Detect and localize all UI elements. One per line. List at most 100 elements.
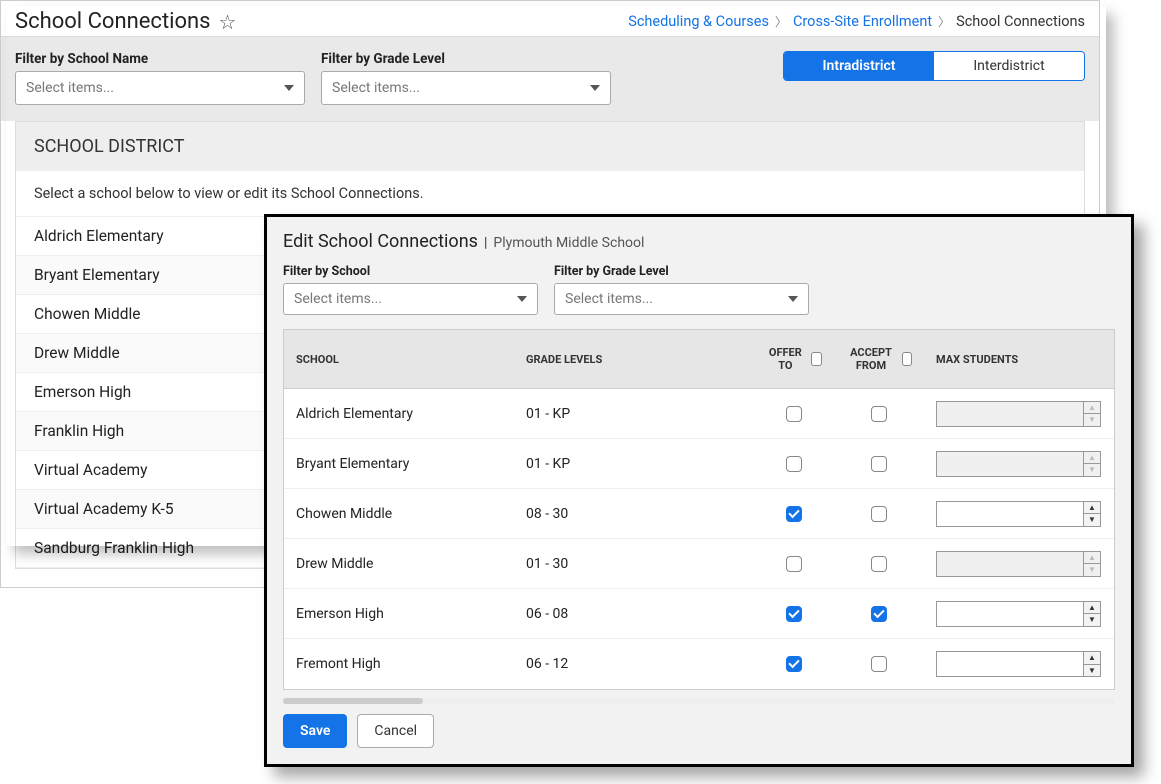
modal-filter-grade-label: Filter by Grade Level: [554, 264, 809, 279]
stepper-up-icon: ▲: [1084, 552, 1100, 565]
stepper-up-icon: ▲: [1084, 452, 1100, 465]
max-students-stepper[interactable]: ▲▼: [936, 501, 1101, 527]
col-header-accept[interactable]: ACCEPT FROM: [834, 330, 924, 388]
accept-select-all-checkbox[interactable]: [902, 352, 912, 366]
page-title: School Connections: [15, 9, 211, 34]
cell-grade-levels: 01 - KP: [514, 406, 754, 422]
stepper-up-icon[interactable]: ▲: [1084, 602, 1100, 615]
breadcrumb-current: School Connections: [956, 13, 1085, 30]
modal-title-row: Edit School Connections | Plymouth Middl…: [267, 217, 1131, 258]
cell-grade-levels: 06 - 08: [514, 606, 754, 622]
cell-school: Aldrich Elementary: [284, 406, 514, 422]
modal-title: Edit School Connections: [283, 231, 478, 252]
cell-school: Bryant Elementary: [284, 456, 514, 472]
offer-to-checkbox[interactable]: [786, 656, 802, 672]
stepper-down-icon[interactable]: ▼: [1084, 514, 1100, 526]
offer-to-checkbox[interactable]: [786, 556, 802, 572]
max-students-stepper[interactable]: ▲▼: [936, 601, 1101, 627]
stepper-down-icon: ▼: [1084, 564, 1100, 576]
table-row: Drew Middle01 - 30 ▲▼: [284, 539, 1114, 589]
table-body: Aldrich Elementary01 - KP▲▼Bryant Elemen…: [284, 389, 1114, 689]
max-students-stepper[interactable]: ▲▼: [936, 651, 1101, 677]
cell-max-students: ▲▼: [924, 651, 1114, 677]
cell-school: Emerson High: [284, 606, 514, 622]
max-students-input: [936, 401, 1083, 427]
cell-grade-levels: 01 - 30: [514, 556, 754, 572]
cell-grade-levels: 01 - KP: [514, 456, 754, 472]
accept-from-checkbox[interactable]: [871, 456, 887, 472]
max-students-input: [936, 551, 1083, 577]
cell-offer-to: [754, 606, 834, 622]
stepper-down-icon[interactable]: ▼: [1084, 614, 1100, 626]
table-row: Fremont High06 - 12▲▼: [284, 639, 1114, 689]
col-header-max[interactable]: MAX STUDENTS: [924, 330, 1114, 388]
col-header-school[interactable]: SCHOOL: [284, 330, 514, 388]
district-header: SCHOOL DISTRICT: [16, 122, 1084, 171]
cell-offer-to: [754, 406, 834, 422]
chevron-right-icon: 〉: [775, 13, 787, 30]
cell-max-students: ▲▼: [924, 451, 1114, 477]
col-header-grade[interactable]: GRADE LEVELS: [514, 330, 754, 388]
filter-grade-dropdown[interactable]: Select items...: [321, 71, 611, 105]
accept-from-checkbox[interactable]: [871, 556, 887, 572]
cell-max-students: ▲▼: [924, 601, 1114, 627]
cancel-button[interactable]: Cancel: [357, 714, 434, 748]
stepper-down-icon: ▼: [1084, 414, 1100, 426]
max-students-input: [936, 451, 1083, 477]
offer-to-checkbox[interactable]: [786, 406, 802, 422]
cell-school: Chowen Middle: [284, 506, 514, 522]
filter-grade-label: Filter by Grade Level: [321, 51, 611, 67]
cell-accept-from: [834, 556, 924, 572]
table-header: SCHOOL GRADE LEVELS OFFER TO ACCEPT FROM…: [284, 330, 1114, 389]
max-students-input[interactable]: [936, 601, 1083, 627]
cell-offer-to: [754, 656, 834, 672]
accept-from-checkbox[interactable]: [871, 406, 887, 422]
filter-grade-placeholder: Select items...: [332, 80, 420, 96]
filter-school-dropdown[interactable]: Select items...: [15, 71, 305, 105]
table-horizontal-scrollbar[interactable]: [283, 698, 1115, 704]
max-students-input[interactable]: [936, 501, 1083, 527]
cell-accept-from: [834, 456, 924, 472]
favorite-star-icon[interactable]: ☆: [219, 10, 237, 34]
modal-filter-school-dropdown[interactable]: Select items...: [283, 283, 538, 315]
offer-to-checkbox[interactable]: [786, 506, 802, 522]
modal-actions: Save Cancel: [267, 704, 1131, 764]
cell-grade-levels: 08 - 30: [514, 506, 754, 522]
page-header: School Connections ☆ Scheduling & Course…: [1, 1, 1099, 36]
cell-accept-from: [834, 506, 924, 522]
breadcrumb-link-cross-site[interactable]: Cross-Site Enrollment: [793, 13, 932, 30]
accept-from-checkbox[interactable]: [871, 606, 887, 622]
district-instruction: Select a school below to view or edit it…: [16, 171, 1084, 217]
stepper-up-icon: ▲: [1084, 402, 1100, 415]
cell-offer-to: [754, 506, 834, 522]
modal-filters: Filter by School Select items... Filter …: [267, 258, 1131, 329]
tab-intradistrict[interactable]: Intradistrict: [784, 52, 934, 80]
table-row: Emerson High06 - 08 ▲▼: [284, 589, 1114, 639]
stepper-up-icon[interactable]: ▲: [1084, 502, 1100, 515]
modal-filter-school-label: Filter by School: [283, 264, 538, 279]
stepper-up-icon[interactable]: ▲: [1084, 652, 1100, 665]
offer-select-all-checkbox[interactable]: [811, 352, 822, 366]
cell-offer-to: [754, 556, 834, 572]
modal-subtitle: Plymouth Middle School: [493, 235, 644, 251]
offer-to-checkbox[interactable]: [786, 456, 802, 472]
chevron-right-icon: 〉: [938, 13, 950, 30]
tab-interdistrict[interactable]: Interdistrict: [934, 52, 1084, 80]
connections-table: SCHOOL GRADE LEVELS OFFER TO ACCEPT FROM…: [283, 329, 1115, 690]
col-header-offer[interactable]: OFFER TO: [754, 330, 834, 388]
filter-school-placeholder: Select items...: [26, 80, 114, 96]
stepper-down-icon[interactable]: ▼: [1084, 665, 1100, 677]
cell-school: Drew Middle: [284, 556, 514, 572]
accept-from-checkbox[interactable]: [871, 506, 887, 522]
modal-filter-grade-dropdown[interactable]: Select items...: [554, 283, 809, 315]
cell-offer-to: [754, 456, 834, 472]
cell-max-students: ▲▼: [924, 401, 1114, 427]
save-button[interactable]: Save: [283, 714, 347, 748]
max-students-input[interactable]: [936, 651, 1083, 677]
offer-to-checkbox[interactable]: [786, 606, 802, 622]
accept-from-checkbox[interactable]: [871, 656, 887, 672]
cell-accept-from: [834, 406, 924, 422]
max-students-stepper: ▲▼: [936, 551, 1101, 577]
breadcrumb-link-scheduling[interactable]: Scheduling & Courses: [628, 13, 769, 30]
cell-max-students: ▲▼: [924, 551, 1114, 577]
